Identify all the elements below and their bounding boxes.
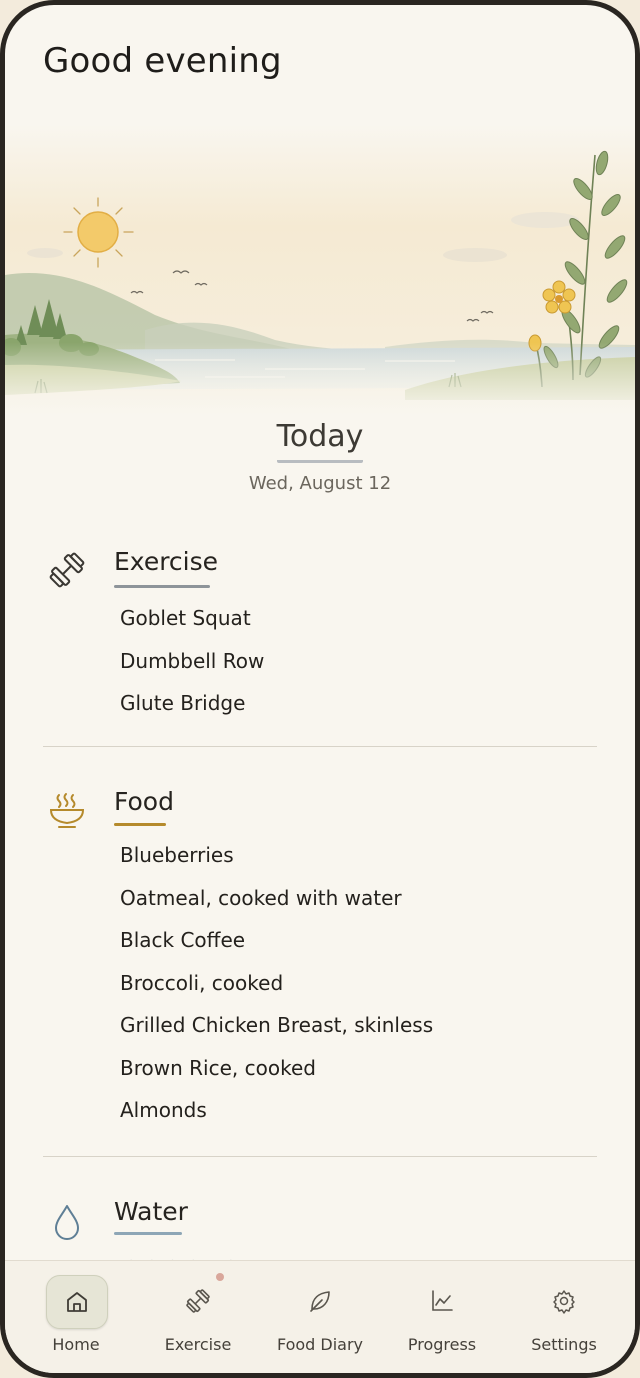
food-item[interactable]: Broccoli, cooked	[120, 962, 433, 1005]
food-underline	[114, 823, 166, 826]
tab-home-label: Home	[52, 1335, 100, 1354]
tab-home-highlight	[46, 1275, 108, 1329]
tab-food-diary[interactable]: Food Diary	[259, 1261, 381, 1373]
exercise-item[interactable]: Dumbbell Row	[120, 640, 264, 683]
exercise-item[interactable]: Goblet Squat	[120, 597, 264, 640]
food-item[interactable]: Grilled Chicken Breast, skinless	[120, 1004, 433, 1047]
tab-settings-label: Settings	[531, 1335, 597, 1354]
today-header: Today Wed, August 12	[5, 419, 635, 494]
today-date: Wed, August 12	[248, 473, 392, 494]
food-item[interactable]: Almonds	[120, 1089, 433, 1132]
section-divider	[43, 1156, 597, 1157]
gear-icon	[553, 1290, 575, 1314]
tab-exercise[interactable]: Exercise	[137, 1261, 259, 1373]
tab-settings[interactable]: Settings	[503, 1261, 625, 1373]
water-drop-icon	[55, 1205, 79, 1240]
exercise-underline	[114, 585, 210, 588]
today-title: Today	[276, 419, 364, 463]
food-list: Blueberries Oatmeal, cooked with water B…	[120, 834, 433, 1132]
water-underline	[114, 1232, 182, 1235]
bowl-icon	[49, 793, 85, 828]
tab-progress-label: Progress	[407, 1335, 477, 1354]
tab-food-diary-icon-wrap	[290, 1275, 350, 1327]
leaf-icon	[310, 1291, 330, 1312]
section-divider	[43, 746, 597, 747]
tab-home[interactable]: Home	[15, 1261, 137, 1373]
tab-settings-icon-wrap	[534, 1275, 594, 1327]
exercise-list: Goblet Squat Dumbbell Row Glute Bridge	[120, 597, 264, 725]
bottom-tab-bar: Home Exercise Food Diary Progress Settin…	[5, 1260, 635, 1373]
chart-icon	[432, 1290, 453, 1311]
notification-dot	[216, 1273, 224, 1281]
tab-progress-icon-wrap	[412, 1275, 472, 1327]
food-item[interactable]: Oatmeal, cooked with water	[120, 877, 433, 920]
food-item[interactable]: Black Coffee	[120, 919, 433, 962]
landscape-illustration	[5, 125, 635, 415]
greeting-title: Good evening	[43, 41, 282, 81]
food-title: Food	[114, 787, 174, 816]
tab-progress[interactable]: Progress	[381, 1261, 503, 1373]
home-icon	[67, 1292, 87, 1312]
tab-exercise-label: Exercise	[164, 1335, 232, 1354]
dumbbell-icon	[186, 1289, 210, 1313]
dumbbell-icon	[49, 552, 85, 588]
app-screen: Good evening Today Wed, August 12 Exerci…	[0, 0, 640, 1378]
food-item[interactable]: Brown Rice, cooked	[120, 1047, 433, 1090]
food-item[interactable]: Blueberries	[120, 834, 433, 877]
exercise-title: Exercise	[114, 547, 219, 576]
exercise-item[interactable]: Glute Bridge	[120, 682, 264, 725]
tab-food-diary-label: Food Diary	[276, 1335, 364, 1354]
tab-exercise-icon-wrap	[168, 1273, 228, 1327]
water-title: Water	[114, 1197, 188, 1226]
